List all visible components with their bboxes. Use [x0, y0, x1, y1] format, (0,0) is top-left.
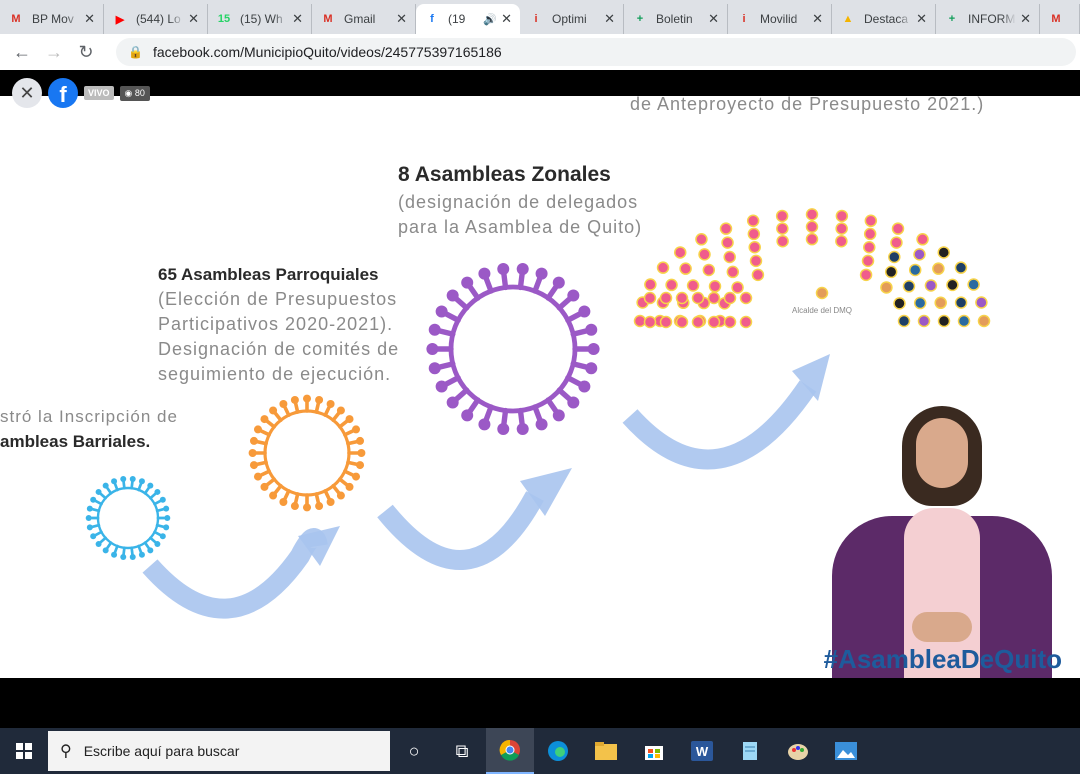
notepad-icon[interactable] — [726, 728, 774, 774]
barriales-line2: ambleas Barriales. — [0, 432, 151, 451]
url-text: facebook.com/MunicipioQuito/videos/24577… — [152, 44, 502, 60]
barriales-line1: stró la Inscripción de — [0, 407, 178, 426]
address-bar[interactable]: 🔒 facebook.com/MunicipioQuito/videos/245… — [116, 38, 1076, 66]
arrow-3 — [622, 380, 817, 470]
forward-arrow-icon[interactable]: → — [42, 40, 66, 64]
close-tab-icon[interactable]: ✕ — [916, 11, 927, 27]
zonales-title: 8 Asambleas Zonales — [398, 163, 611, 186]
orange-ring — [248, 394, 366, 512]
browser-tab[interactable]: ▶ (544) Lo ✕ — [104, 4, 208, 34]
purple-ring — [426, 262, 600, 436]
store-icon[interactable] — [630, 728, 678, 774]
top-caption: de Anteproyecto de Presupuesto 2021.) — [630, 96, 985, 114]
close-tab-icon[interactable]: ✕ — [396, 11, 407, 27]
parroquiales-line3: Designación de comités de — [158, 339, 400, 359]
browser-tab[interactable]: 15 (15) Wh ✕ — [208, 4, 312, 34]
drive-icon: ▲ — [842, 13, 854, 25]
tab-strip: M BP Mov ✕ ▶ (544) Lo ✕ 15 (15) Wh ✕ M Gmail ✕ f (19 🔊… — [0, 0, 1080, 34]
svg-text:W: W — [696, 744, 709, 759]
browser-tab[interactable]: ▲ Destaca ✕ — [832, 4, 936, 34]
parroquiales-line4: seguimiento de ejecución. — [158, 364, 392, 384]
blue-ring — [85, 475, 171, 561]
gmail-icon: M — [1051, 13, 1061, 25]
browser-tab[interactable]: M Gmail ✕ — [312, 4, 416, 34]
close-tab-icon[interactable]: ✕ — [1020, 11, 1031, 27]
presenter-figure — [832, 396, 1052, 678]
close-icon[interactable]: ✕ — [12, 78, 42, 108]
tab-label: Gmail — [344, 12, 376, 26]
search-placeholder: Escribe aquí para buscar — [83, 743, 240, 759]
zonales-line2: para la Asamblea de Quito) — [398, 217, 643, 237]
file-explorer-icon[interactable] — [582, 728, 630, 774]
parroquiales-title: 65 Asambleas Parroquiales — [158, 265, 379, 284]
browser-tab[interactable]: i Optimi ✕ — [520, 4, 624, 34]
live-badge: VIVO — [84, 86, 114, 100]
word-icon[interactable]: W — [678, 728, 726, 774]
parroquiales-line2: Participativos 2020-2021). — [158, 314, 394, 334]
tab-label: BP Mov — [32, 12, 74, 26]
chrome-icon[interactable] — [486, 728, 534, 774]
browser-tab[interactable]: + INFORM ✕ — [936, 4, 1040, 34]
close-tab-icon[interactable]: ✕ — [292, 11, 303, 27]
windows-taskbar: ⚲ Escribe aquí para buscar ○ ⧉ W — [0, 728, 1080, 774]
gmail-icon: M — [323, 13, 333, 25]
arrow-1 — [142, 528, 328, 619]
presentation-slide: de Anteproyecto de Presupuesto 2021.) 8 … — [0, 96, 1080, 678]
video-bottom-bar — [0, 680, 1080, 710]
back-arrow-icon[interactable]: ← — [10, 40, 34, 64]
tab-label: Boletin — [656, 12, 693, 26]
close-tab-icon[interactable]: ✕ — [708, 11, 719, 27]
browser-tab[interactable]: M BP Mov ✕ — [0, 4, 104, 34]
viewer-count-value: 80 — [134, 87, 145, 98]
facebook-logo-icon[interactable]: f — [48, 78, 78, 108]
sheets-icon: + — [636, 13, 644, 25]
close-tab-icon[interactable]: ✕ — [812, 11, 823, 27]
navigation-bar: ← → ↻ 🔒 facebook.com/MunicipioQuito/vide… — [0, 34, 1080, 70]
taskbar-search-box[interactable]: ⚲ Escribe aquí para buscar — [48, 731, 390, 771]
info-icon: i — [742, 13, 746, 25]
close-tab-icon[interactable]: ✕ — [604, 11, 615, 27]
windows-start-icon[interactable] — [0, 728, 48, 774]
tab-label: Optimi — [552, 12, 587, 26]
viewer-count: ◉ 80 — [119, 85, 150, 101]
gmail-icon: M — [11, 13, 21, 25]
edge-icon[interactable] — [534, 728, 582, 774]
hashtag-text: #AsambleaDeQuito — [823, 644, 1062, 674]
tab-label: Movilid — [760, 12, 798, 26]
info-icon: i — [534, 13, 538, 25]
tab-label: (19 — [448, 12, 466, 26]
video-player[interactable]: ✕ f VIVO ◉ 80 de Anteproyecto de Presupu… — [0, 70, 1080, 710]
arrow-2 — [377, 491, 544, 570]
alcalde-seat — [815, 286, 829, 300]
whatsapp-icon: 15 — [217, 13, 231, 25]
player-overlay: ✕ f VIVO ◉ 80 — [12, 78, 150, 108]
close-tab-icon[interactable]: ✕ — [84, 11, 95, 27]
cortana-icon[interactable]: ○ — [390, 728, 438, 774]
paint-icon[interactable] — [774, 728, 822, 774]
lock-icon: 🔒 — [128, 45, 143, 59]
browser-tab[interactable]: MR — [1040, 4, 1080, 34]
eye-icon: ◉ — [124, 87, 133, 98]
tab-label: Destaca — [864, 12, 909, 26]
tab-label: (15) Wh — [240, 12, 283, 26]
photos-icon[interactable] — [822, 728, 870, 774]
browser-tab[interactable]: i Movilid ✕ — [728, 4, 832, 34]
close-tab-icon[interactable]: ✕ — [501, 11, 512, 27]
tab-label: (544) Lo — [136, 12, 181, 26]
youtube-icon: ▶ — [115, 13, 125, 26]
tab-label: INFORM — [968, 12, 1016, 26]
browser-tab[interactable]: + Boletin ✕ — [624, 4, 728, 34]
alcalde-label: Alcalde del DMQ — [792, 306, 853, 315]
close-tab-icon[interactable]: ✕ — [188, 11, 199, 27]
zonales-line1: (designación de delegados — [398, 192, 639, 212]
search-icon: ⚲ — [60, 743, 72, 760]
audio-playing-icon[interactable]: 🔊 — [483, 13, 497, 26]
facebook-icon: f — [430, 13, 434, 25]
browser-tab[interactable]: f (19 🔊 ✕ — [416, 4, 520, 34]
sheets-icon: + — [948, 13, 956, 25]
task-view-icon[interactable]: ⧉ — [438, 728, 486, 774]
reload-icon[interactable]: ↻ — [74, 40, 98, 64]
parroquiales-line1: (Elección de Presupuestos — [158, 289, 398, 309]
